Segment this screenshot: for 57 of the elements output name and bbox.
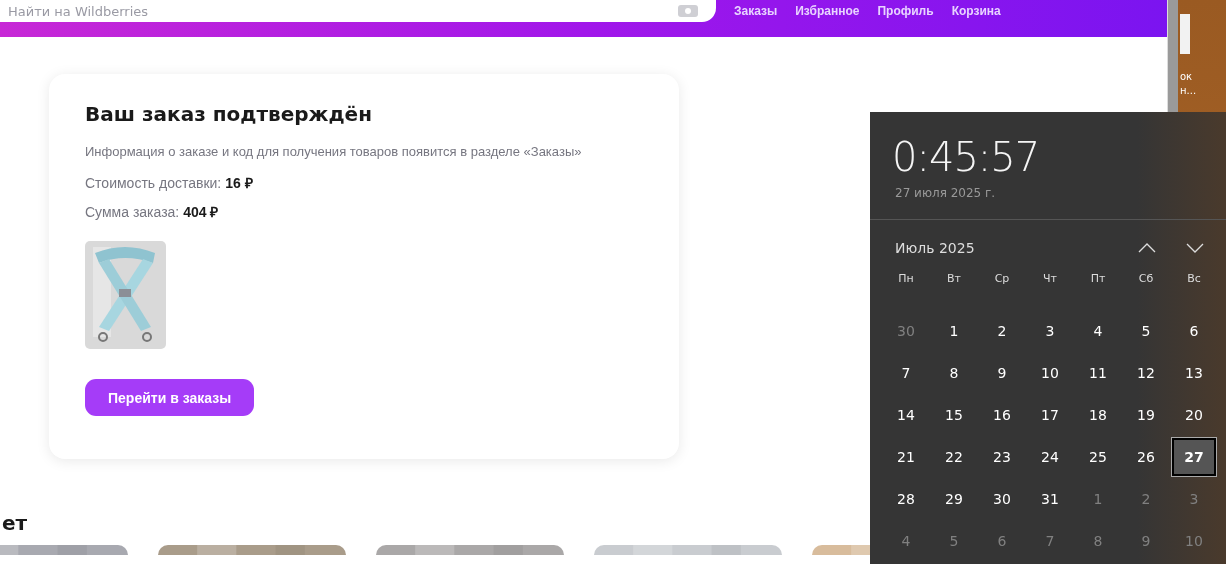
nav-link[interactable]: Заказы bbox=[734, 4, 778, 18]
nav-link[interactable]: Избранное bbox=[795, 4, 860, 18]
calendar-day[interactable]: 17 bbox=[1028, 396, 1072, 434]
summary-line: Стоимость доставки: 16 ₽ bbox=[85, 174, 253, 192]
summary-line: Сумма заказа: 404 ₽ bbox=[85, 203, 219, 221]
calendar-day[interactable]: 8 bbox=[932, 354, 976, 392]
calendar-day[interactable]: 27 bbox=[1172, 438, 1216, 476]
chevron-up-icon[interactable] bbox=[1138, 243, 1156, 253]
calendar-day[interactable]: 9 bbox=[980, 354, 1024, 392]
calendar-day[interactable]: 11 bbox=[1076, 354, 1120, 392]
calendar-day[interactable]: 23 bbox=[980, 438, 1024, 476]
calendar-day[interactable]: 14 bbox=[884, 396, 928, 434]
calendar-day[interactable]: 25 bbox=[1076, 438, 1120, 476]
orders-button[interactable]: Перейти в заказы bbox=[85, 379, 255, 416]
calendar-day[interactable]: 1 bbox=[932, 312, 976, 350]
calendar-day[interactable]: 5 bbox=[1124, 312, 1168, 350]
weekday-label: Пт bbox=[1089, 270, 1107, 287]
month-label[interactable]: Июль 2025 bbox=[895, 240, 1108, 256]
calendar-day[interactable]: 4 bbox=[1076, 312, 1120, 350]
calendar-day[interactable]: 24 bbox=[1028, 438, 1072, 476]
calendar-day[interactable]: 10 bbox=[1028, 354, 1072, 392]
calendar-day[interactable]: 28 bbox=[884, 480, 928, 518]
calendar-day[interactable]: 18 bbox=[1076, 396, 1120, 434]
calendar-day[interactable]: 2 bbox=[980, 312, 1024, 350]
weekday-label: Чт bbox=[1042, 270, 1058, 287]
scrollbar[interactable] bbox=[1168, 0, 1178, 112]
weekday-label: Вт bbox=[946, 270, 962, 287]
calendar-day[interactable]: 3 bbox=[1028, 312, 1072, 350]
calendar-day[interactable]: 21 bbox=[884, 438, 928, 476]
calendar-day[interactable]: 20 bbox=[1172, 396, 1216, 434]
calendar-day[interactable]: 15 bbox=[932, 396, 976, 434]
calendar-day[interactable]: 19 bbox=[1124, 396, 1168, 434]
calendar-day[interactable]: 6 bbox=[1172, 312, 1216, 350]
calendar-day[interactable]: 30 bbox=[980, 480, 1024, 518]
calendar-day[interactable]: 29 bbox=[932, 480, 976, 518]
camera-icon[interactable] bbox=[678, 5, 698, 17]
weekday-label: Ср bbox=[993, 270, 1011, 287]
clock-date[interactable]: 27 июля 2025 г. bbox=[870, 180, 996, 200]
calendar-day[interactable]: 12 bbox=[1124, 354, 1168, 392]
calendar-day[interactable]: 16 bbox=[980, 396, 1024, 434]
calendar-day[interactable]: 7 bbox=[884, 354, 928, 392]
clock-time: 0:45:57 bbox=[891, 133, 1041, 180]
nav-link[interactable]: Корзина bbox=[951, 4, 1001, 18]
nav-link[interactable]: Профиль bbox=[877, 4, 934, 18]
weekday-label: Вс bbox=[1186, 270, 1202, 287]
search-field[interactable]: Найти на Wildberries bbox=[0, 0, 716, 22]
calendar-day[interactable]: 13 bbox=[1172, 354, 1216, 392]
section-heading: ет bbox=[2, 511, 29, 537]
chevron-down-icon[interactable] bbox=[1186, 243, 1204, 253]
card-title: Ваш заказ подтверждён bbox=[85, 102, 372, 126]
calendar-day[interactable]: 22 bbox=[932, 438, 976, 476]
calendar-day[interactable]: 26 bbox=[1124, 438, 1168, 476]
info-text: Информация о заказе и код для получения товаров появится в разделе «Заказы» bbox=[85, 144, 582, 159]
calendar-day[interactable]: 31 bbox=[1028, 480, 1072, 518]
weekday-label: Сб bbox=[1137, 270, 1155, 287]
weekday-label: Пн bbox=[897, 270, 915, 287]
icon-label[interactable]: ок н... bbox=[1180, 70, 1197, 98]
